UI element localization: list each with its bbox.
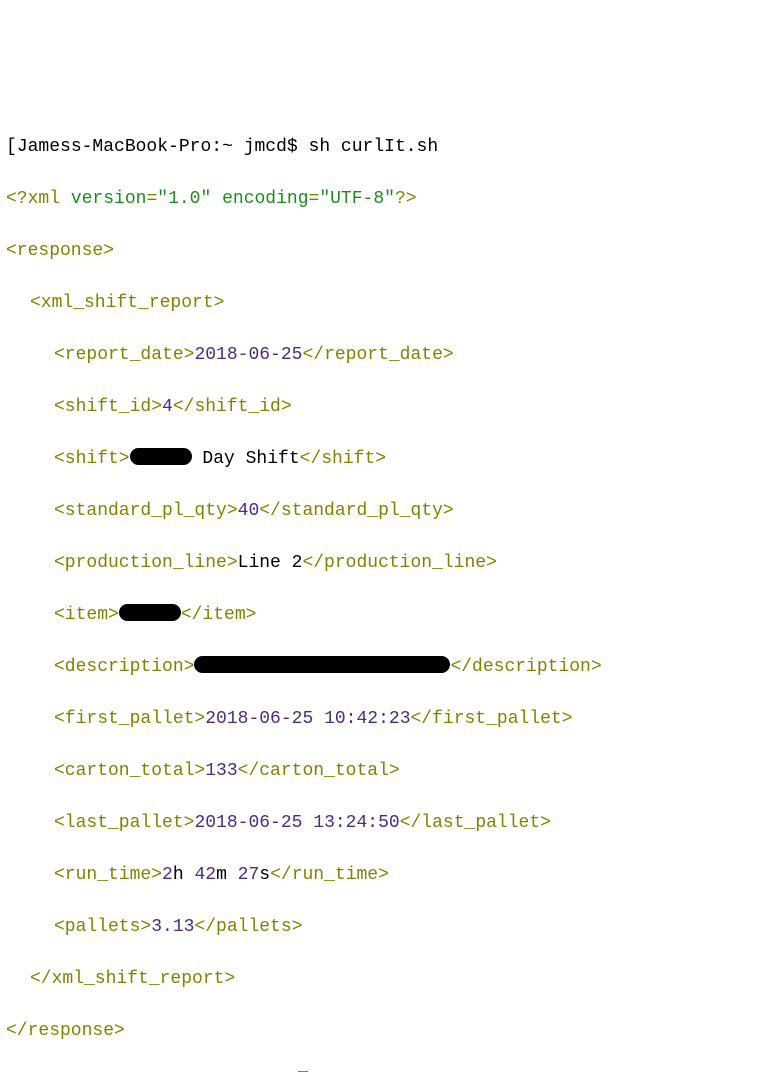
field-production-line: <production_line>Line 2</production_line…: [6, 550, 762, 576]
field-shift: <shift> Day Shift</shift>: [6, 446, 762, 472]
tag-xsr-close: </xml_shift_report>: [6, 966, 762, 992]
prompt-host: Jamess-MacBook-Pro: [17, 137, 211, 157]
tag-response-close: </response>: [6, 1018, 762, 1044]
command-text: sh curlIt.sh: [309, 137, 439, 157]
field-carton-total: <carton_total>133</carton_total>: [6, 758, 762, 784]
field-standard-pl-qty: <standard_pl_qty>40</standard_pl_qty>: [6, 498, 762, 524]
xml-declaration: <?xml version="1.0" encoding="UTF-8"?>: [6, 186, 762, 212]
terminal-output: [Jamess-MacBook-Pro:~ jmcd$ sh curlIt.sh…: [6, 108, 762, 1072]
redacted-shift-prefix: [130, 448, 192, 465]
field-first-pallet: <first_pallet>2018-06-25 10:42:23</first…: [6, 706, 762, 732]
prompt-line-2[interactable]: Jamess-MacBook-Pro:~ jmcd$: [6, 1070, 762, 1072]
prompt-path: ~: [222, 137, 233, 157]
prompt-line-1: [Jamess-MacBook-Pro:~ jmcd$ sh curlIt.sh: [6, 134, 762, 160]
redacted-description: [194, 656, 450, 673]
field-report-date: <report_date>2018-06-25</report_date>: [6, 342, 762, 368]
redacted-item: [119, 604, 181, 621]
field-description: <description></description>: [6, 654, 762, 680]
prompt-user: jmcd: [244, 137, 287, 157]
field-last-pallet: <last_pallet>2018-06-25 13:24:50</last_p…: [6, 810, 762, 836]
field-run-time: <run_time>2h 42m 27s</run_time>: [6, 862, 762, 888]
prompt-bracket: [: [6, 137, 17, 157]
tag-xsr-open: <xml_shift_report>: [6, 290, 762, 316]
field-pallets: <pallets>3.13</pallets>: [6, 914, 762, 940]
cursor-icon: [298, 1071, 308, 1072]
tag-response-open: <response>: [6, 238, 762, 264]
field-shift-id: <shift_id>4</shift_id>: [6, 394, 762, 420]
field-item: <item></item>: [6, 602, 762, 628]
